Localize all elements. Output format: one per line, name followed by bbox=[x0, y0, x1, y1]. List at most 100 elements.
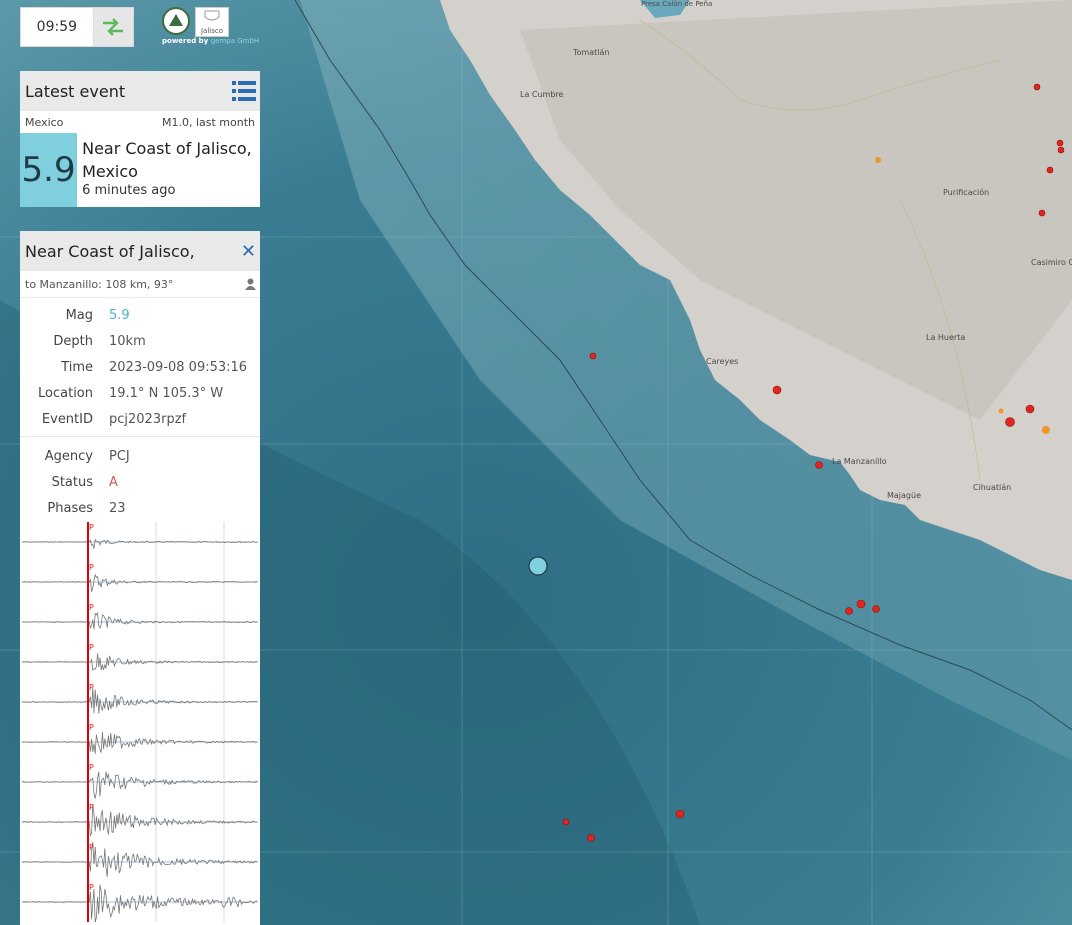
waveform-trace bbox=[22, 731, 258, 754]
map-label-casimiro: Casimiro C bbox=[1031, 258, 1072, 267]
field-key: Agency bbox=[44, 448, 93, 464]
event-marker[interactable] bbox=[856, 599, 866, 609]
latest-event-subheader: Mexico M1.0, last month bbox=[20, 111, 260, 133]
field-value: 19.1° N 105.3° W bbox=[109, 385, 224, 401]
latest-event-region: Near Coast of Jalisco, Mexico bbox=[82, 139, 252, 181]
field-value: A bbox=[109, 474, 118, 490]
field-row-phases: Phases 23 bbox=[20, 495, 260, 521]
event-marker[interactable] bbox=[815, 461, 823, 469]
phase-pick-label: P bbox=[89, 683, 94, 692]
event-marker[interactable] bbox=[1005, 417, 1015, 427]
event-marker[interactable] bbox=[1033, 83, 1041, 91]
event-details-panel: Near Coast of Jalisco, ✕ to Manzanillo: … bbox=[20, 231, 260, 925]
field-key: Phases bbox=[47, 500, 93, 516]
field-key: Location bbox=[38, 385, 93, 401]
waveforms-plot[interactable]: P P P P P P P P P P bbox=[22, 522, 258, 922]
event-marker[interactable] bbox=[845, 607, 853, 615]
map-label-la-cumbre: La Cumbre bbox=[520, 90, 564, 99]
magnitude-badge: 5.9 bbox=[20, 133, 78, 207]
branding: Jalisco powered by gempa GmbH bbox=[162, 7, 262, 47]
swap-arrows-button[interactable] bbox=[92, 8, 133, 46]
phase-pick-label: P bbox=[89, 523, 94, 532]
phase-pick-label: P bbox=[89, 883, 94, 892]
powered-brand: gempa GmbH bbox=[210, 37, 260, 45]
field-separator bbox=[20, 436, 260, 437]
clock-widget: 09:59 bbox=[20, 7, 134, 47]
waveform-trace bbox=[22, 884, 258, 922]
map-label-la-huerta: La Huerta bbox=[926, 333, 966, 342]
field-key: Depth bbox=[53, 333, 93, 349]
event-marker[interactable] bbox=[587, 834, 595, 842]
phase-pick-label: P bbox=[89, 843, 94, 852]
event-marker[interactable] bbox=[1057, 146, 1065, 154]
event-marker[interactable] bbox=[1038, 209, 1046, 217]
field-key: Mag bbox=[65, 307, 93, 323]
waveform-trace bbox=[22, 573, 258, 592]
phase-pick-label: P bbox=[89, 603, 94, 612]
list-icon[interactable] bbox=[232, 80, 256, 102]
map-label-la-manzanillo: La Manzanillo bbox=[832, 457, 887, 466]
event-marker[interactable] bbox=[872, 605, 880, 613]
latest-event-header: Latest event bbox=[20, 71, 260, 111]
waveform-trace bbox=[22, 538, 258, 549]
powered-prefix: powered by bbox=[162, 37, 211, 45]
field-value: 23 bbox=[109, 500, 126, 516]
field-value: 5.9 bbox=[109, 307, 130, 323]
event-marker[interactable] bbox=[1046, 166, 1054, 174]
jalisco-logo-text: Jalisco bbox=[200, 27, 224, 35]
event-fields: Mag 5.9 Depth 10km Time 2023-09-08 09:53:16 Lo… bbox=[20, 302, 260, 432]
latest-event-title: Latest event bbox=[25, 81, 126, 101]
latest-event-summary: M1.0, last month bbox=[161, 115, 255, 129]
field-key: Status bbox=[51, 474, 93, 490]
field-key: EventID bbox=[41, 411, 93, 427]
close-icon[interactable]: ✕ bbox=[241, 241, 256, 262]
field-value: 2023-09-08 09:53:16 bbox=[109, 359, 248, 375]
phase-pick-label: P bbox=[89, 643, 94, 652]
event-marker[interactable] bbox=[1025, 404, 1035, 414]
field-row-time: Time 2023-09-08 09:53:16 bbox=[20, 354, 260, 380]
field-row-location: Location 19.1° N 105.3° W bbox=[20, 380, 260, 406]
seismology-logo bbox=[162, 7, 190, 35]
event-marker[interactable] bbox=[562, 818, 570, 826]
event-marker-recent[interactable] bbox=[1042, 426, 1050, 434]
event-details-header: Near Coast of Jalisco, ✕ bbox=[20, 231, 260, 271]
waveform-trace bbox=[22, 687, 258, 714]
map-label-careyes: Careyes bbox=[706, 357, 739, 366]
jalisco-logo: Jalisco bbox=[195, 7, 229, 37]
latest-event-panel[interactable]: Latest event Mexico M1.0, last month 5.9… bbox=[20, 71, 260, 207]
event-marker[interactable] bbox=[675, 809, 685, 819]
waveform-trace bbox=[22, 611, 258, 630]
phase-pick-label: P bbox=[89, 803, 94, 812]
event-marker[interactable] bbox=[772, 385, 782, 395]
waveform-trace bbox=[22, 804, 258, 837]
latest-event-body[interactable]: 5.9 Near Coast of Jalisco, Mexico 6 minu… bbox=[20, 133, 260, 207]
event-marker-recent[interactable] bbox=[998, 408, 1004, 414]
user-icon[interactable] bbox=[245, 278, 256, 290]
phase-pick-label: P bbox=[89, 563, 94, 572]
powered-by: powered by gempa GmbH bbox=[162, 37, 259, 45]
latest-event-country: Mexico bbox=[25, 115, 64, 129]
phase-pick-label: P bbox=[89, 723, 94, 732]
map-label-tomatlan: Tomatlán bbox=[573, 48, 610, 57]
map-label-presa: Presa Calón de Peña bbox=[641, 0, 713, 8]
field-key: Time bbox=[61, 359, 93, 375]
field-row-status: Status A bbox=[20, 469, 260, 495]
distance-row: to Manzanillo: 108 km, 93° bbox=[20, 271, 260, 298]
event-marker[interactable] bbox=[589, 352, 597, 360]
field-row-eventid: EventID pcj2023rpzf bbox=[20, 406, 260, 432]
event-marker[interactable] bbox=[1056, 139, 1064, 147]
map-label-purificacion: Purificación bbox=[943, 188, 990, 197]
field-row-agency: Agency PCJ bbox=[20, 443, 260, 469]
latest-event-marker[interactable] bbox=[528, 556, 548, 576]
latest-event-time-ago: 6 minutes ago bbox=[82, 183, 176, 198]
map-label-majague: Majagüe bbox=[887, 491, 921, 500]
event-details-title: Near Coast of Jalisco, bbox=[25, 241, 195, 261]
event-marker-recent[interactable] bbox=[875, 157, 881, 163]
clock-time: 09:59 bbox=[36, 19, 78, 35]
waveform-trace bbox=[22, 771, 258, 799]
field-value: 10km bbox=[109, 333, 146, 349]
map-label-cihuatlan: Cihuatlán bbox=[973, 483, 1012, 492]
event-fields-secondary: Agency PCJ Status A Phases 23 bbox=[20, 443, 260, 521]
phase-pick-label: P bbox=[89, 763, 94, 772]
field-value: PCJ bbox=[109, 448, 130, 464]
